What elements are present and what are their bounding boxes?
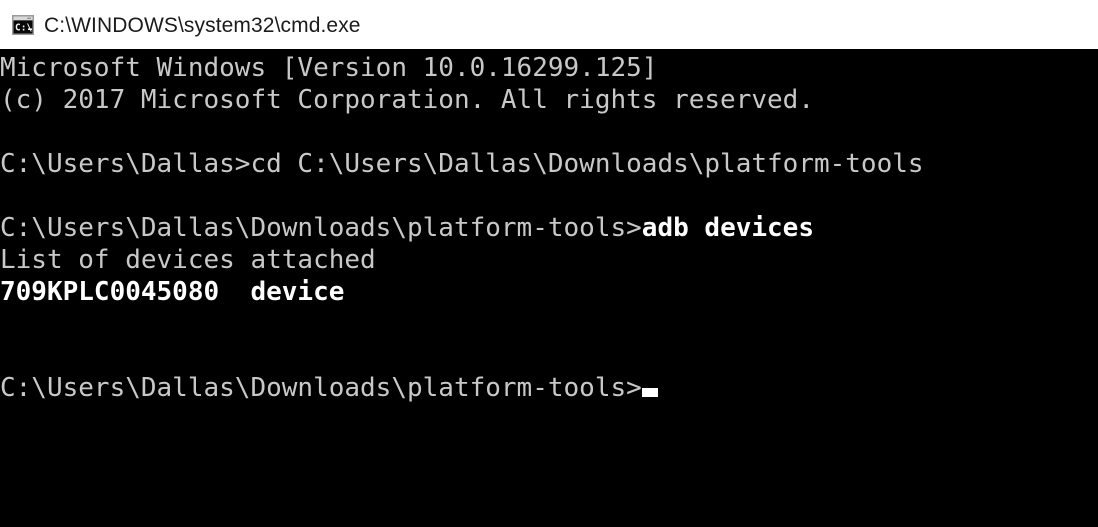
line-devices-header-seg-0: List of devices attached <box>0 245 376 275</box>
svg-text:C:\: C:\ <box>15 22 32 33</box>
line-blank-3 <box>0 308 924 340</box>
line-cd-command-seg-1: cd C:\Users\Dallas\Downloads\platform-to… <box>250 149 924 179</box>
cmd-console-icon: C:\ <box>12 14 34 35</box>
line-final-prompt: C:\Users\Dallas\Downloads\platform-tools… <box>0 372 924 404</box>
line-banner-version: Microsoft Windows [Version 10.0.16299.12… <box>0 52 924 84</box>
text-cursor <box>641 388 658 397</box>
line-devices-header: List of devices attached <box>0 244 924 276</box>
terminal-screen[interactable]: Microsoft Windows [Version 10.0.16299.12… <box>0 49 1098 527</box>
line-banner-copyright-seg-0: (c) 2017 Microsoft Corporation. All righ… <box>0 85 814 115</box>
line-adb-command-seg-0: C:\Users\Dallas\Downloads\platform-tools… <box>0 213 642 243</box>
line-blank-1-seg-0 <box>0 117 16 147</box>
line-device-entry-seg-0: 709KPLC0045080 device <box>0 277 345 307</box>
window-title: C:\WINDOWS\system32\cmd.exe <box>44 14 361 37</box>
line-blank-1 <box>0 116 924 148</box>
cmd-window: C:\ C:\WINDOWS\system32\cmd.exe Microsof… <box>0 0 1098 527</box>
console-output: Microsoft Windows [Version 10.0.16299.12… <box>0 49 924 404</box>
line-cd-command-seg-0: C:\Users\Dallas> <box>0 149 251 179</box>
line-final-prompt-seg-0: C:\Users\Dallas\Downloads\platform-tools… <box>0 373 642 403</box>
window-titlebar: C:\ C:\WINDOWS\system32\cmd.exe <box>0 0 1098 49</box>
line-banner-version-seg-0: Microsoft Windows [Version 10.0.16299.12… <box>0 53 658 83</box>
line-device-entry: 709KPLC0045080 device <box>0 276 924 308</box>
line-adb-command-seg-1: adb devices <box>641 213 814 243</box>
line-banner-copyright: (c) 2017 Microsoft Corporation. All righ… <box>0 84 924 116</box>
line-blank-4-seg-0 <box>0 341 16 371</box>
line-blank-4 <box>0 340 924 372</box>
line-blank-3-seg-0 <box>0 309 16 339</box>
line-blank-2 <box>0 180 924 212</box>
line-adb-command: C:\Users\Dallas\Downloads\platform-tools… <box>0 212 924 244</box>
line-cd-command: C:\Users\Dallas>cd C:\Users\Dallas\Downl… <box>0 148 924 180</box>
line-blank-2-seg-0 <box>0 181 16 211</box>
